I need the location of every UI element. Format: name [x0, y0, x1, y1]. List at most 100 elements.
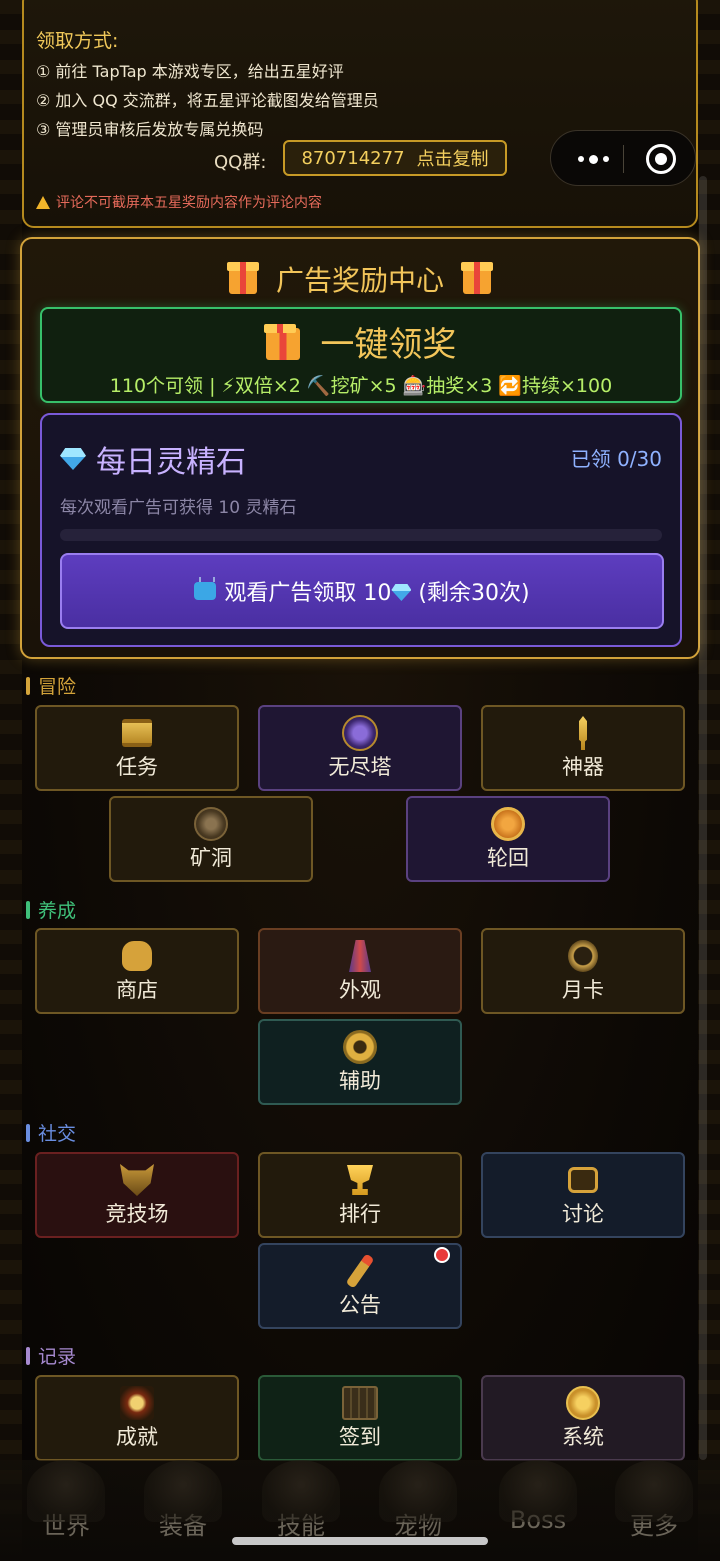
review-reward-info-card: 领取方式: ① 前往 TapTap 本游戏专区，给出五星好评 ② 加入 QQ 交…	[22, 0, 698, 228]
sword-icon	[565, 715, 601, 751]
system-gear-icon	[565, 1385, 601, 1421]
scrollbar[interactable]	[699, 176, 707, 1460]
copy-qq-button[interactable]: 870714277 点击复制	[283, 140, 507, 176]
calendar-icon	[342, 1385, 378, 1421]
pets-icon	[379, 1460, 457, 1522]
daily-spirit-stone-card: 每日灵精石 已领 0/30 每次观看广告可获得 10 灵精石 观看广告领取 10…	[40, 413, 682, 647]
claim-all-button[interactable]: 一键领奖 110个可领 | ⚡双倍×2 ⛏️挖矿×5 🎰抽奖×3 🔁持续×100	[40, 307, 682, 403]
tile-label: 任务	[116, 755, 158, 779]
notification-dot	[434, 1247, 450, 1263]
watch-ad-button[interactable]: 观看广告领取 10 (剩余30次)	[60, 553, 664, 629]
dot-icon	[588, 154, 598, 164]
tile-label: 公告	[339, 1293, 381, 1317]
watch-ad-label: 观看广告领取 10 (剩余30次)	[224, 575, 529, 607]
review-warning: 评论不可截屏本五星奖励内容作为评论内容	[36, 192, 322, 212]
section-social-label: 社交	[26, 1119, 76, 1146]
gift-icon	[227, 262, 260, 294]
achievement-trophy-icon	[119, 1385, 155, 1421]
close-miniprogram-button[interactable]	[646, 144, 676, 174]
tile-appearance[interactable]: 外观	[258, 928, 462, 1014]
more-options-button[interactable]	[571, 145, 615, 173]
tile-discussion[interactable]: 讨论	[481, 1152, 685, 1238]
home-indicator[interactable]	[232, 1537, 488, 1545]
warning-text: 评论不可截屏本五星奖励内容作为评论内容	[56, 195, 322, 211]
capsule-divider	[623, 145, 624, 173]
miniprogram-capsule	[550, 130, 696, 186]
monthly-card-icon	[565, 938, 601, 974]
tower-icon	[342, 715, 378, 751]
section-records-label: 记录	[26, 1342, 76, 1369]
dot-icon	[577, 156, 584, 162]
tile-mine[interactable]: 矿洞	[109, 796, 313, 882]
mine-icon	[193, 806, 229, 842]
gift-icon	[460, 262, 493, 294]
daily-claimed-count: 已领 0/30	[570, 447, 662, 471]
tile-reincarnation[interactable]: 轮回	[406, 796, 610, 882]
qq-number: 870714277	[301, 147, 405, 169]
ad-reward-center: 广告奖励中心 一键领奖 110个可领 | ⚡双倍×2 ⛏️挖矿×5 🎰抽奖×3 …	[20, 237, 700, 659]
copy-label: 点击复制	[416, 149, 489, 170]
tile-check-in[interactable]: 签到	[258, 1375, 462, 1461]
gift-icon	[263, 324, 300, 360]
staff-icon	[342, 1253, 378, 1289]
tab-world[interactable]: 世界	[18, 1460, 114, 1550]
tile-shop[interactable]: 商店	[35, 928, 239, 1014]
section-bar	[26, 900, 30, 919]
tab-boss[interactable]: Boss	[490, 1460, 586, 1550]
daily-description: 每次观看广告可获得 10 灵精石	[60, 498, 297, 518]
tile-monthly-card[interactable]: 月卡	[481, 928, 685, 1014]
gem-icon	[60, 448, 86, 470]
tile-endless-tower[interactable]: 无尽塔	[258, 705, 462, 791]
daily-title-text: 每日灵精石	[96, 445, 246, 480]
tile-arena[interactable]: 竞技场	[35, 1152, 239, 1238]
section-bar	[26, 1346, 30, 1365]
section-bar	[26, 1123, 30, 1142]
section-adventure-title: 冒险	[38, 676, 77, 698]
tab-more[interactable]: 更多	[606, 1460, 702, 1550]
tile-label: 排行	[339, 1202, 381, 1226]
tile-label: 成就	[116, 1425, 158, 1449]
section-social-title: 社交	[38, 1123, 77, 1145]
tile-ranking[interactable]: 排行	[258, 1152, 462, 1238]
more-icon	[615, 1460, 693, 1522]
section-growth-label: 养成	[26, 896, 76, 923]
tab-equipment[interactable]: 装备	[135, 1460, 231, 1550]
claim-all-title-text: 一键领奖	[320, 325, 457, 365]
ad-center-title: 广告奖励中心	[22, 259, 698, 299]
tile-announcement[interactable]: 公告	[258, 1243, 462, 1329]
section-growth-title: 养成	[38, 900, 77, 922]
shop-bag-icon	[119, 938, 155, 974]
helmet-icon	[119, 1162, 155, 1198]
tile-label: 月卡	[562, 978, 604, 1002]
qq-group-label: QQ群:	[214, 152, 267, 173]
warning-icon	[36, 195, 50, 209]
tile-label: 签到	[339, 1425, 381, 1449]
tile-quests[interactable]: 任务	[35, 705, 239, 791]
watch-ad-suffix: (剩余30次)	[418, 581, 530, 606]
claim-all-title: 一键领奖	[42, 317, 680, 366]
claim-all-summary: 110个可领 | ⚡双倍×2 ⛏️挖矿×5 🎰抽奖×3 🔁持续×100	[109, 375, 613, 397]
claim-method-title: 领取方式:	[36, 30, 119, 52]
skills-icon	[262, 1460, 340, 1522]
ad-center-title-text: 广告奖励中心	[275, 264, 444, 297]
tile-system[interactable]: 系统	[481, 1375, 685, 1461]
section-bar	[26, 676, 30, 695]
daily-title: 每日灵精石	[60, 437, 246, 481]
tile-label: 系统	[562, 1425, 604, 1449]
daily-progress-bar	[60, 529, 662, 541]
tile-label: 外观	[339, 978, 381, 1002]
cape-icon	[342, 938, 378, 974]
tile-assist[interactable]: 辅助	[258, 1019, 462, 1105]
tile-label: 讨论	[562, 1202, 604, 1226]
tile-achievements[interactable]: 成就	[35, 1375, 239, 1461]
tile-label: 轮回	[487, 846, 529, 870]
trophy-cup-icon	[342, 1162, 378, 1198]
section-records-title: 记录	[38, 1346, 77, 1368]
tile-artifacts[interactable]: 神器	[481, 705, 685, 791]
tile-label: 商店	[116, 978, 158, 1002]
tile-label: 神器	[562, 755, 604, 779]
claim-step-2: ② 加入 QQ 交流群，将五星评论截图发给管理员	[36, 91, 379, 110]
scroll-icon	[119, 715, 155, 751]
world-icon	[27, 1460, 105, 1522]
equipment-icon	[144, 1460, 222, 1522]
